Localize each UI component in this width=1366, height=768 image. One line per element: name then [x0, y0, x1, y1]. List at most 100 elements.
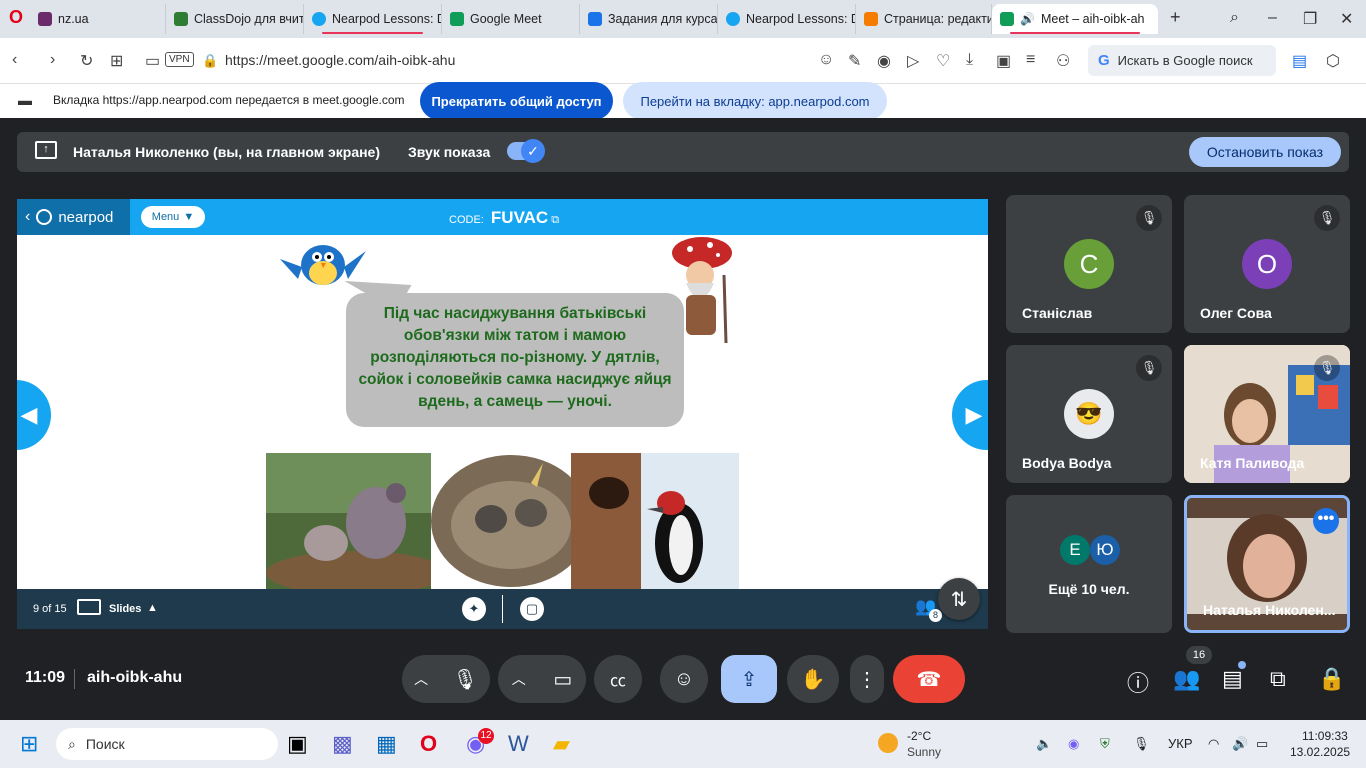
- self-view-tile[interactable]: ••• Наталья Николен...: [1184, 495, 1350, 633]
- store-icon[interactable]: ▦: [376, 731, 397, 757]
- more-options-button[interactable]: ⋮: [850, 655, 884, 703]
- browser-tab[interactable]: ClassDojo для вчите: [166, 4, 304, 34]
- lock-icon[interactable]: 🔒: [202, 53, 218, 69]
- nearpod-logo-area[interactable]: ‹ nearpod: [17, 199, 130, 235]
- clock-time[interactable]: 11:09:33: [1302, 729, 1348, 743]
- share-banner-message: Вкладка https://app.nearpod.com передает…: [53, 93, 405, 107]
- windows-start-icon[interactable]: ⊞: [20, 731, 38, 757]
- slides-label[interactable]: Slides: [109, 603, 141, 615]
- opera-taskbar-icon[interactable]: O: [420, 731, 437, 757]
- weather-sun-icon[interactable]: [878, 733, 898, 753]
- file-explorer-icon[interactable]: ▰: [553, 731, 570, 757]
- speaker-icon[interactable]: 🔊: [1232, 736, 1248, 752]
- tab-favicon-icon: [174, 12, 188, 26]
- stop-sharing-button[interactable]: Прекратить общий доступ: [420, 82, 613, 120]
- people-icon[interactable]: 👥: [1173, 666, 1200, 692]
- browser-tab[interactable]: Google Meet: [442, 4, 580, 34]
- stop-presenting-button[interactable]: Остановить показ: [1189, 137, 1341, 167]
- present-sound-toggle[interactable]: ✓: [507, 139, 545, 163]
- back-icon[interactable]: ‹: [25, 208, 30, 226]
- weather-desc: Sunny: [907, 745, 942, 759]
- send-icon[interactable]: ▷: [907, 51, 919, 71]
- vpn-badge[interactable]: VPN: [165, 52, 194, 67]
- opera-logo-icon[interactable]: O: [9, 7, 23, 28]
- camera-options-chevron-icon[interactable]: ︿: [512, 669, 526, 689]
- heart-icon[interactable]: ♡: [936, 51, 950, 71]
- back-icon[interactable]: ‹: [12, 51, 17, 69]
- volume-muted-icon[interactable]: 🔈: [1036, 736, 1052, 752]
- browser-tab-active[interactable]: 🔊 Meet – aih-oibk-ah: [992, 4, 1158, 34]
- leave-call-button[interactable]: ☎: [893, 655, 965, 703]
- forward-icon[interactable]: ›: [50, 51, 55, 69]
- raise-hand-button[interactable]: ✋: [787, 655, 839, 703]
- host-controls-icon[interactable]: 🔒: [1318, 666, 1345, 692]
- mic-options-chevron-icon[interactable]: ︿: [414, 669, 428, 689]
- minimize-icon[interactable]: –: [1268, 9, 1277, 27]
- teams-icon[interactable]: ▩: [332, 731, 353, 757]
- session-code: CODE: FUVAC ⧉: [449, 208, 559, 228]
- camera-icon[interactable]: ▭: [145, 51, 160, 71]
- nearpod-menu-button[interactable]: Menu ▼: [141, 206, 205, 228]
- goto-tab-button[interactable]: Перейти на вкладку: app.nearpod.com: [623, 82, 887, 120]
- clock-date[interactable]: 13.02.2025: [1290, 745, 1350, 759]
- battery-icon[interactable]: ▭: [1256, 736, 1268, 752]
- task-view-icon[interactable]: ▣: [287, 731, 308, 757]
- microphone-icon[interactable]: 🎙: [452, 667, 477, 692]
- edit-icon[interactable]: ✎: [848, 51, 861, 71]
- meeting-info-icon[interactable]: ⓘ: [1127, 666, 1149, 698]
- tab-label: Nearpod Lessons: D: [332, 12, 442, 26]
- snapshot-icon[interactable]: ◉: [877, 51, 891, 71]
- tab-label: nz.ua: [58, 12, 89, 26]
- new-tab-icon[interactable]: +: [1170, 7, 1181, 28]
- extensions-icon[interactable]: ⬡: [1326, 51, 1340, 71]
- activity-icon[interactable]: ✦: [462, 597, 486, 621]
- swap-layout-button[interactable]: ⇅: [938, 578, 980, 620]
- participant-tile-video[interactable]: 🎙 Катя Паливода: [1184, 345, 1350, 483]
- reload-icon[interactable]: ↻: [80, 51, 93, 71]
- sidebar-icon[interactable]: ▤: [1292, 51, 1307, 71]
- emoji-icon[interactable]: ☺: [818, 51, 834, 69]
- browser-tab[interactable]: Nearpod Lessons: D: [304, 4, 442, 34]
- tab-favicon-icon: [864, 12, 878, 26]
- security-icon[interactable]: ⛨: [1100, 736, 1110, 752]
- more-options-icon[interactable]: •••: [1313, 508, 1339, 534]
- captions-button[interactable]: ㏄: [594, 655, 642, 703]
- word-icon[interactable]: W: [508, 731, 529, 757]
- reactions-button[interactable]: ☺: [660, 655, 708, 703]
- search-tabs-icon[interactable]: ⌕: [1230, 9, 1239, 27]
- browser-tab[interactable]: Страница: редактир: [856, 4, 992, 34]
- caret-up-icon[interactable]: ▲: [147, 602, 158, 614]
- participant-tile[interactable]: 🎙 С Станіслав: [1006, 195, 1172, 333]
- activities-icon[interactable]: ⧉: [1270, 666, 1286, 692]
- google-search-box[interactable]: G Искать в Google поиск: [1088, 45, 1276, 76]
- chat-icon[interactable]: ▤: [1222, 666, 1243, 692]
- close-icon[interactable]: ✕: [1340, 9, 1353, 29]
- wifi-icon[interactable]: ◠: [1208, 736, 1219, 752]
- address-bar-row: ‹ › ↻ ⊞ ▭ VPN 🔒 https://meet.google.com/…: [0, 38, 1366, 84]
- participant-name: Наталья Николен...: [1203, 602, 1336, 618]
- player-icon[interactable]: ▣: [996, 51, 1011, 71]
- browser-tab[interactable]: Nearpod Lessons: D: [718, 4, 856, 34]
- taskbar-search[interactable]: ⌕ Поиск: [56, 728, 278, 760]
- whiteboard-icon[interactable]: ▢: [520, 597, 544, 621]
- profile-icon[interactable]: ⚇: [1056, 51, 1070, 71]
- viber-tray-icon[interactable]: ◉: [1068, 736, 1079, 752]
- previous-slide-button[interactable]: ◀: [17, 380, 51, 450]
- microphone-tray-icon[interactable]: 🎙: [1133, 736, 1150, 752]
- url-field[interactable]: https://meet.google.com/aih-oibk-ahu: [225, 52, 455, 68]
- slides-icon[interactable]: [77, 599, 101, 615]
- language-indicator[interactable]: УКР: [1168, 736, 1193, 751]
- browser-tab[interactable]: Задания для курса: [580, 4, 718, 34]
- external-link-icon[interactable]: ⧉: [551, 214, 559, 226]
- participant-tile[interactable]: 🎙 😎 Bodya Bodya: [1006, 345, 1172, 483]
- present-button[interactable]: ⇪: [721, 655, 777, 703]
- speed-dial-icon[interactable]: ⊞: [110, 51, 123, 71]
- download-icon[interactable]: ⤓: [966, 51, 973, 69]
- next-slide-button[interactable]: ▶: [952, 380, 988, 450]
- browser-tab[interactable]: nz.ua: [30, 4, 166, 34]
- video-camera-icon[interactable]: ▭: [553, 667, 572, 692]
- restore-icon[interactable]: ❐: [1303, 9, 1317, 29]
- easy-setup-icon[interactable]: ≡: [1026, 51, 1035, 69]
- participant-tile[interactable]: 🎙 О Олег Сова: [1184, 195, 1350, 333]
- more-participants-tile[interactable]: Е Ю Ещё 10 чел.: [1006, 495, 1172, 633]
